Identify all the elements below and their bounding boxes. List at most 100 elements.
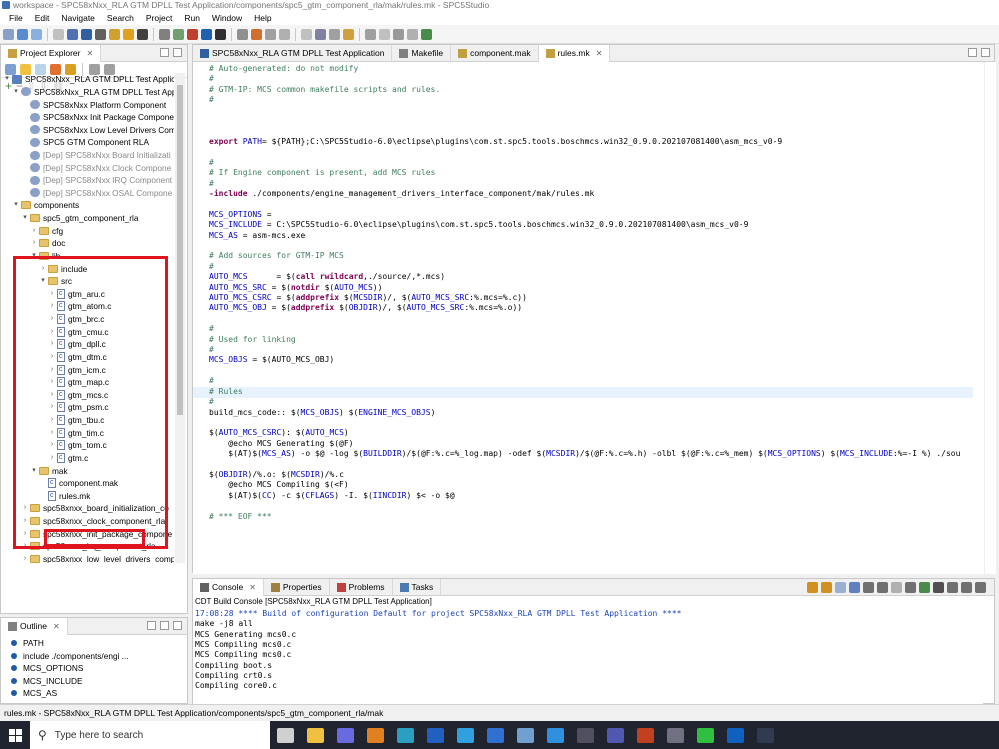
toolbar-button-icon[interactable] [237, 28, 248, 40]
tree-item[interactable]: › gtm_aru.c [48, 288, 105, 301]
console-action-icon[interactable] [877, 581, 888, 593]
console-action-icon[interactable] [891, 581, 902, 593]
minimize-icon[interactable] [968, 48, 977, 57]
collapsed-icon[interactable]: › [48, 300, 56, 312]
collapsed-icon[interactable]: › [30, 225, 38, 237]
start-button[interactable] [0, 721, 30, 749]
collapsed-icon[interactable]: › [48, 313, 56, 325]
network-icon[interactable] [510, 721, 540, 749]
tree-item[interactable]: › include [39, 262, 87, 275]
maximize-icon[interactable] [981, 48, 990, 57]
teams-icon[interactable] [600, 721, 630, 749]
menu-help[interactable]: Help [248, 13, 277, 23]
outline-item[interactable]: PATH [11, 638, 44, 648]
tree-item[interactable]: SPC58xNxx Init Package Compone [21, 111, 174, 124]
collapsed-icon[interactable]: › [48, 288, 56, 300]
tree-item[interactable]: ▾ SPC58xNxx_RLA GTM DPLL Test Appl [12, 86, 174, 99]
editor-scrollbar[interactable] [984, 62, 996, 574]
tree-item[interactable]: ▾ src [39, 275, 72, 288]
expanded-icon[interactable]: ▾ [12, 86, 20, 98]
tree-scrollbar[interactable] [175, 73, 185, 563]
tree-item[interactable]: › spc58xnxx_irq_component_rla [21, 540, 156, 553]
tree-item[interactable]: rules.mk [39, 489, 90, 502]
console-action-icon[interactable] [863, 581, 874, 593]
expanded-icon[interactable]: ▾ [12, 199, 20, 211]
toolbar-button-icon[interactable] [201, 28, 212, 40]
collapsed-icon[interactable]: › [30, 237, 38, 249]
editor-tab[interactable]: SPC58xNxx_RLA GTM DPLL Test Application [193, 44, 393, 62]
tree-item[interactable]: › gtm_tim.c [48, 426, 104, 439]
collapsed-icon[interactable]: › [48, 376, 56, 388]
tree-item[interactable]: ▾ SPC58xNxx_RLA GTM DPLL Test Applicat [3, 73, 174, 86]
toolbar-button-icon[interactable] [329, 28, 340, 40]
console-action-icon[interactable] [961, 581, 972, 593]
spc5studio-icon[interactable] [360, 721, 390, 749]
tree-item[interactable]: › gtm_atom.c [48, 300, 112, 313]
vpn-icon[interactable] [750, 721, 780, 749]
git-icon[interactable] [630, 721, 660, 749]
edge-browser-icon[interactable] [450, 721, 480, 749]
menu-file[interactable]: File [3, 13, 29, 23]
settings-icon[interactable] [570, 721, 600, 749]
tree-item[interactable]: › gtm_dtm.c [48, 351, 107, 364]
tree-item[interactable]: SPC58xNxx Platform Component [21, 98, 166, 111]
close-icon[interactable]: ✕ [86, 49, 93, 58]
menu-navigate[interactable]: Navigate [55, 13, 101, 23]
toolbar-button-icon[interactable] [421, 28, 432, 40]
toolbar-button-icon[interactable] [31, 28, 42, 40]
tree-item[interactable]: › spc58xnxx_board_initialization_co [21, 502, 169, 515]
code-area[interactable]: # Auto-generated: do not modify # # GTM-IP… [193, 62, 996, 574]
collapsed-icon[interactable]: › [39, 263, 47, 275]
tree-item[interactable]: [Dep] SPC58xNxx IRQ Component [21, 174, 172, 187]
outline-item[interactable]: MCS_AS [11, 688, 57, 698]
outline-item[interactable]: MCS_INCLUDE [11, 676, 82, 686]
tree-item[interactable]: › gtm_cmu.c [48, 325, 109, 338]
minimize-icon[interactable] [160, 621, 169, 630]
expanded-icon[interactable]: ▾ [30, 250, 38, 262]
menu-project[interactable]: Project [140, 13, 178, 23]
toolbar-button-icon[interactable] [81, 28, 92, 40]
console-tab[interactable]: Problems [330, 578, 393, 596]
tree-item[interactable]: › spc58xnxx_low_level_drivers_comp [21, 553, 174, 563]
toolbar-button-icon[interactable] [95, 28, 106, 40]
toolbar-button-icon[interactable] [159, 28, 170, 40]
collapsed-icon[interactable]: › [21, 540, 29, 552]
toolbar-button-icon[interactable] [265, 28, 276, 40]
tree-item[interactable]: component.mak [39, 477, 118, 490]
collapsed-icon[interactable]: › [48, 427, 56, 439]
toolbar-button-icon[interactable] [343, 28, 354, 40]
console-tab[interactable]: Tasks [393, 578, 442, 596]
tree-item[interactable]: › gtm_mcs.c [48, 389, 108, 402]
collapsed-icon[interactable]: › [21, 553, 29, 563]
close-icon[interactable]: ✕ [596, 49, 603, 58]
edge-icon[interactable] [390, 721, 420, 749]
tree-item[interactable]: › gtm_psm.c [48, 401, 109, 414]
collapsed-icon[interactable]: › [48, 351, 56, 363]
console-action-icon[interactable] [835, 581, 846, 593]
menu-run[interactable]: Run [178, 13, 206, 23]
toolbar-button-icon[interactable] [109, 28, 120, 40]
tree-item[interactable]: ▾ components [12, 199, 79, 212]
editor-tab[interactable]: Makefile [392, 44, 452, 62]
toolbar-button-icon[interactable] [379, 28, 390, 40]
console-action-icon[interactable] [975, 581, 986, 593]
collapsed-icon[interactable]: › [21, 528, 29, 540]
toggle-icon[interactable] [660, 721, 690, 749]
toolbar-button-icon[interactable] [315, 28, 326, 40]
file-explorer-icon[interactable] [300, 721, 330, 749]
expanded-icon[interactable]: ▾ [3, 73, 11, 85]
save-icon[interactable] [330, 721, 360, 749]
sort-icon[interactable] [147, 621, 156, 630]
tree-item[interactable]: › spc58xnxx_init_package_compone [21, 527, 172, 540]
toolbar-button-icon[interactable] [393, 28, 404, 40]
toolbar-button-icon[interactable] [215, 28, 226, 40]
outlook-icon[interactable] [720, 721, 750, 749]
tree-scrollbar-thumb[interactable] [177, 85, 183, 415]
toolbar-button-icon[interactable] [137, 28, 148, 40]
collapsed-icon[interactable]: › [48, 389, 56, 401]
toolbar-button-icon[interactable] [365, 28, 376, 40]
tree-item[interactable]: › gtm_tbu.c [48, 414, 105, 427]
tree-item[interactable]: › gtm_map.c [48, 376, 109, 389]
tree-item[interactable]: › doc [30, 237, 66, 250]
expanded-icon[interactable]: ▾ [30, 465, 38, 477]
